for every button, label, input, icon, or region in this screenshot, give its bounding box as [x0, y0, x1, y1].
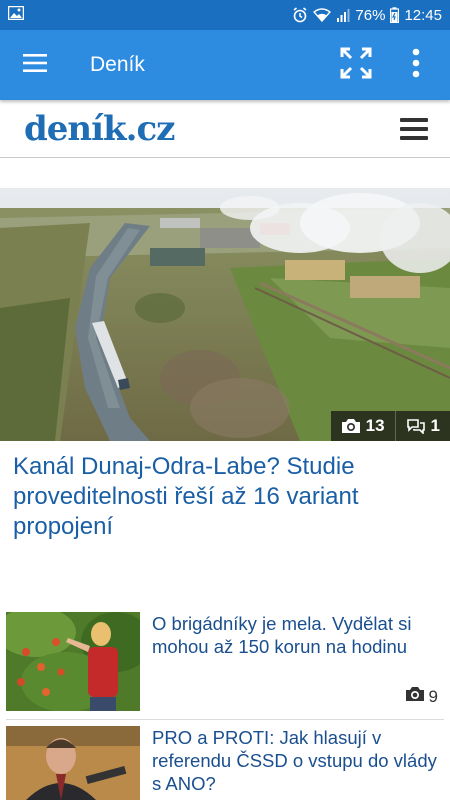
- status-right: 76% 12:45: [292, 7, 442, 24]
- site-menu-bar: [400, 135, 428, 140]
- battery-icon: [390, 7, 400, 23]
- wifi-icon: [313, 8, 332, 22]
- photo-count-badge[interactable]: 13: [330, 411, 395, 441]
- hero-article-image[interactable]: 13 1: [0, 188, 450, 441]
- signal-icon: [336, 8, 350, 22]
- hamburger-icon: [23, 53, 47, 77]
- expand-icon: [340, 47, 372, 84]
- comment-count: 1: [430, 416, 440, 435]
- camera-icon: [405, 686, 425, 707]
- hero-article-title[interactable]: Kanál Dunaj-Odra-Labe? Studie proveditel…: [13, 452, 438, 542]
- photo-count: 9: [428, 686, 438, 706]
- logo-text: deník: [24, 108, 127, 149]
- site-header: deník.cz: [0, 100, 450, 158]
- photo-count: 13: [365, 416, 385, 435]
- alarm-icon: [292, 7, 308, 23]
- more-options-button[interactable]: [396, 30, 436, 100]
- comment-count-badge[interactable]: 1: [394, 411, 450, 441]
- camera-icon: [341, 418, 361, 434]
- comments-icon: [406, 418, 426, 434]
- site-menu-button[interactable]: [400, 117, 428, 140]
- article-text: O brigádníky je mela. Vydělat si mohou a…: [152, 612, 444, 711]
- photo-count-indicator: 9: [405, 686, 438, 707]
- orchard-photo: [6, 612, 140, 711]
- article-text: PRO a PROTI: Jak hlasují v referendu ČSS…: [152, 726, 444, 800]
- gallery-notification-icon: [7, 5, 25, 24]
- hero-aerial-photo: [0, 188, 450, 441]
- list-item[interactable]: O brigádníky je mela. Vydělat si mohou a…: [6, 612, 444, 711]
- article-title[interactable]: O brigádníky je mela. Vydělat si mohou a…: [152, 612, 444, 658]
- status-bar: 76% 12:45: [0, 0, 450, 30]
- site-menu-bar: [400, 117, 428, 122]
- clock: 12:45: [404, 6, 442, 24]
- more-vert-icon: [412, 48, 420, 83]
- site-menu-bar: [400, 126, 428, 131]
- politician-photo: [6, 726, 140, 800]
- status-left: [7, 5, 25, 24]
- article-title[interactable]: PRO a PROTI: Jak hlasují v referendu ČSS…: [152, 726, 444, 795]
- divider: [6, 719, 444, 720]
- app-title: Deník: [90, 53, 145, 76]
- menu-button[interactable]: [0, 30, 70, 100]
- battery-percent: 76%: [355, 6, 386, 24]
- hero-badges: 13 1: [330, 411, 450, 441]
- article-thumbnail: [6, 612, 140, 711]
- site-logo[interactable]: deník.cz: [24, 108, 176, 149]
- article-thumbnail: [6, 726, 140, 800]
- fullscreen-button[interactable]: [328, 30, 384, 100]
- app-bar: Deník: [0, 30, 450, 100]
- logo-tld: .cz: [125, 108, 176, 149]
- list-item[interactable]: PRO a PROTI: Jak hlasují v referendu ČSS…: [6, 726, 444, 800]
